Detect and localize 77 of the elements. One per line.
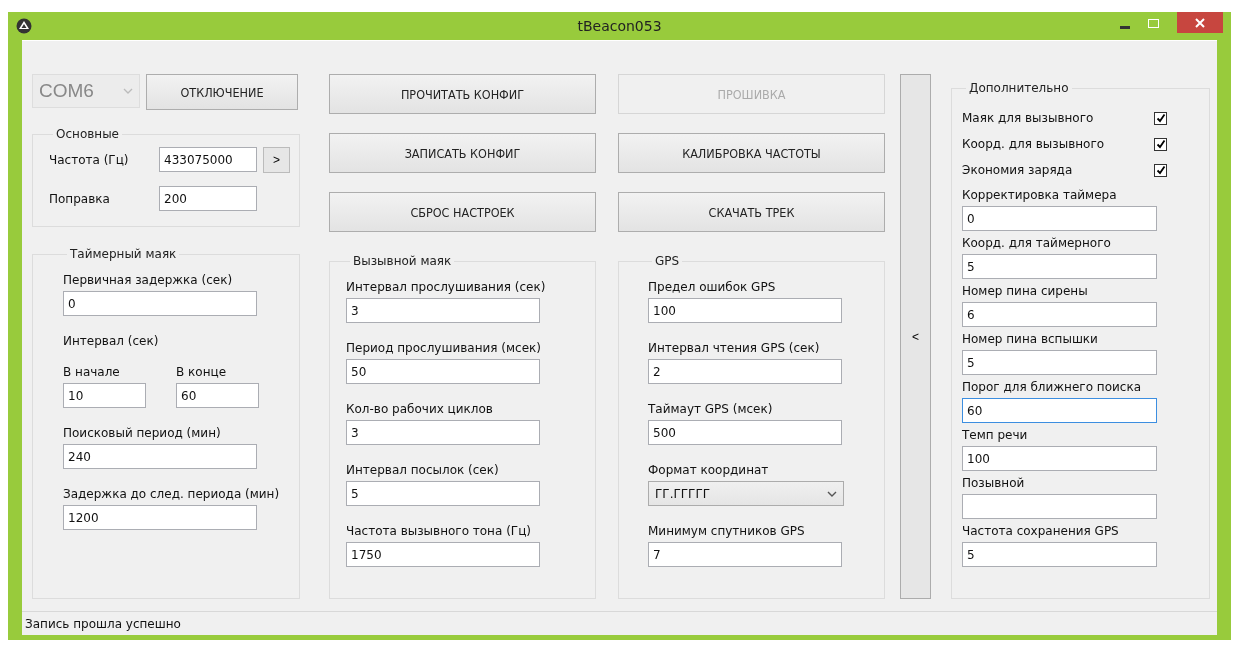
field-label: Интервал посылок (сек)	[346, 463, 500, 478]
field-label: В конце	[176, 365, 228, 380]
field-label: Интервал (сек)	[63, 334, 160, 349]
input-field[interactable]: 60	[962, 398, 1157, 423]
input-field[interactable]: 200	[159, 186, 257, 211]
input-field[interactable]: 2	[648, 359, 842, 384]
field-label: Порог для ближнего поиска	[962, 380, 1142, 395]
field-label: Интервал чтения GPS (сек)	[648, 341, 821, 356]
field-label: Корректировка таймера	[962, 188, 1118, 203]
group-title: Дополнительно	[968, 81, 1070, 95]
collapse-button[interactable]: <	[900, 74, 931, 599]
field-label: Интервал прослушивания (сек)	[346, 280, 547, 295]
field-label: Коорд. для таймерного	[962, 236, 1112, 251]
field-label: Задержка до след. периода (мин)	[63, 487, 281, 502]
input-field[interactable]: 433075000	[159, 147, 257, 172]
action-button[interactable]: ПРОЧИТАТЬ КОНФИГ	[329, 74, 596, 114]
field-label: Таймаут GPS (мсек)	[648, 402, 774, 417]
apply-button[interactable]: >	[263, 146, 290, 173]
input-field[interactable]: 6	[962, 302, 1157, 327]
input-field[interactable]: 0	[63, 291, 257, 316]
input-field[interactable]: 7	[648, 542, 842, 567]
status-text: Запись прошла успешно	[25, 616, 181, 631]
field-label: Позывной	[962, 476, 1026, 491]
group-title: GPS	[654, 254, 681, 268]
checkbox-label: Коорд. для вызывного	[962, 136, 1105, 152]
field-label: Номер пина сирены	[962, 284, 1089, 299]
input-field[interactable]: 5	[962, 350, 1157, 375]
field-label: Поисковый период (мин)	[63, 426, 222, 441]
close-icon	[1195, 17, 1205, 28]
field-label: В начале	[63, 365, 121, 380]
input-field[interactable]: 5	[962, 254, 1157, 279]
field-label: Частота (Гц)	[49, 152, 130, 167]
group-title: Основные	[55, 127, 120, 141]
input-field[interactable]: 3	[346, 298, 540, 323]
checkbox[interactable]	[1154, 137, 1167, 151]
field-label: Частота сохранения GPS	[962, 524, 1120, 539]
input-field[interactable]: 10	[63, 383, 146, 408]
field-label: Формат координат	[648, 463, 770, 478]
input-field[interactable]: 100	[962, 446, 1157, 471]
field-label: Кол-во рабочих циклов	[346, 402, 494, 417]
disconnect-button[interactable]: ОТКЛЮЧЕНИЕ	[146, 74, 298, 110]
input-field[interactable]: 1750	[346, 542, 540, 567]
input-field[interactable]: 240	[63, 444, 257, 469]
input-field[interactable]: 50	[346, 359, 540, 384]
input-field[interactable]: 60	[176, 383, 259, 408]
field-label: Темп речи	[962, 428, 1029, 443]
field-label: Частота вызывного тона (Гц)	[346, 524, 532, 539]
action-button[interactable]: ЗАПИСАТЬ КОНФИГ	[329, 133, 596, 173]
app-icon	[16, 18, 32, 34]
input-field[interactable]	[962, 494, 1157, 519]
chevron-down-icon	[123, 88, 133, 94]
group-title: Вызывной маяк	[352, 254, 453, 268]
input-field[interactable]: 100	[648, 298, 842, 323]
input-field[interactable]: 5	[962, 542, 1157, 567]
field-label: Предел ошибок GPS	[648, 280, 777, 295]
checkbox[interactable]	[1154, 163, 1167, 177]
window-title: tBeacon053	[577, 18, 662, 34]
field-label: Первичная задержка (сек)	[63, 273, 234, 288]
action-button[interactable]: СКАЧАТЬ ТРЕК	[618, 192, 885, 232]
input-field[interactable]: 1200	[63, 505, 257, 530]
checkbox-label: Экономия заряда	[962, 162, 1073, 178]
action-button[interactable]: КАЛИБРОВКА ЧАСТОТЫ	[618, 133, 885, 173]
input-field[interactable]: 5	[346, 481, 540, 506]
format-dropdown[interactable]: ГГ.ГГГГГ	[648, 481, 844, 506]
chevron-down-icon	[827, 490, 837, 497]
close-button[interactable]	[1177, 12, 1223, 33]
checkbox[interactable]	[1154, 111, 1167, 125]
checkbox-label: Маяк для вызывного	[962, 110, 1094, 126]
field-label: Минимум спутников GPS	[648, 524, 806, 539]
field-label: Период прослушивания (мсек)	[346, 341, 542, 356]
input-field[interactable]: 3	[346, 420, 540, 445]
group-title: Таймерный маяк	[69, 247, 178, 261]
action-button[interactable]: СБРОС НАСТРОЕК	[329, 192, 596, 232]
input-field[interactable]: 500	[648, 420, 842, 445]
input-field[interactable]: 0	[962, 206, 1157, 231]
field-label: Поправка	[49, 191, 111, 206]
field-label: Номер пина вспышки	[962, 332, 1099, 347]
